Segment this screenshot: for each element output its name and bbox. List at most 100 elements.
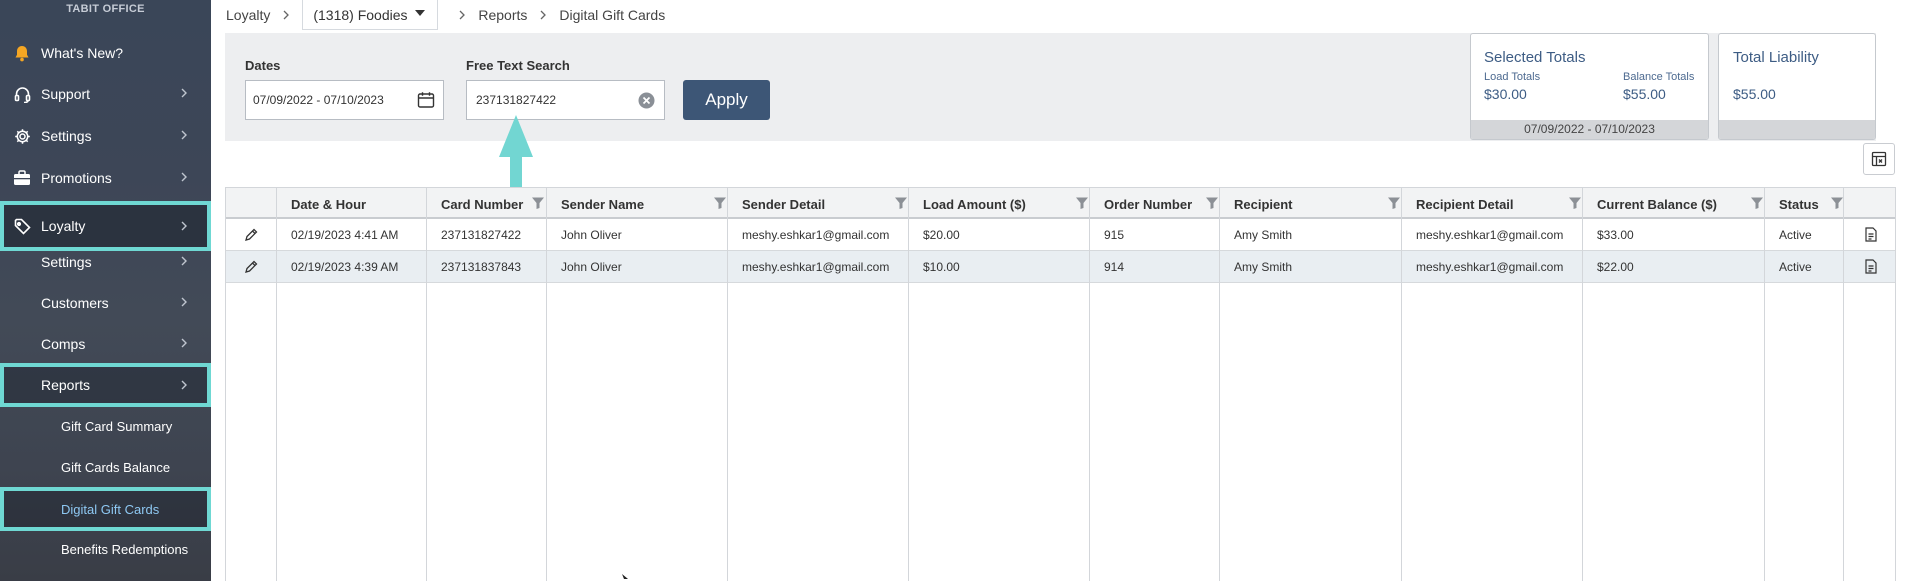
cell-sender-detail: meshy.eshkar1@gmail.com <box>742 260 890 274</box>
cell-recipient-detail: meshy.eshkar1@gmail.com <box>1416 228 1564 242</box>
cell-card-number: 237131827422 <box>441 228 522 242</box>
sidebar-item-gift-cards-balance[interactable]: Gift Cards Balance <box>0 447 211 487</box>
breadcrumb-current-page: Digital Gift Cards <box>559 7 666 23</box>
apply-button[interactable]: Apply <box>683 80 770 120</box>
cell-date-hour: 02/19/2023 4:39 AM <box>291 260 399 274</box>
sidebar-item-benefits-redemptions[interactable]: Benefits Redemptions <box>0 529 211 569</box>
column-divider <box>1219 187 1220 581</box>
sidebar-item-digital-gift-cards[interactable]: Digital Gift Cards <box>0 487 211 531</box>
selected-totals-title: Selected Totals <box>1484 49 1586 66</box>
column-divider <box>1582 187 1583 581</box>
column-header-status[interactable]: Status <box>1772 188 1851 220</box>
sidebar-item-label: Digital Gift Cards <box>61 501 160 517</box>
sidebar-item-label: Promotions <box>41 170 112 186</box>
cell-date-hour: 02/19/2023 4:41 AM <box>291 228 399 242</box>
filter-icon[interactable] <box>1830 196 1844 210</box>
filter-icon[interactable] <box>1750 196 1764 210</box>
chevron-right-icon <box>181 172 187 182</box>
filter-icon[interactable] <box>1075 196 1089 210</box>
sidebar-item-label: Comps <box>41 336 86 352</box>
export-button[interactable] <box>1863 143 1895 175</box>
sidebar-item-customers[interactable]: Customers <box>0 283 211 323</box>
sidebar-item-label: Gift Cards Balance <box>61 459 171 475</box>
cell-recipient: Amy Smith <box>1234 260 1293 274</box>
chevron-right-icon <box>181 256 187 266</box>
column-header-order-number[interactable]: Order Number <box>1097 188 1227 220</box>
date-range-picker[interactable]: 07/09/2022 - 07/10/2023 <box>245 80 444 120</box>
chevron-right-icon <box>181 88 187 98</box>
breadcrumb-loyalty[interactable]: Loyalty <box>226 7 270 23</box>
gear-icon <box>12 126 32 146</box>
sidebar-item-gift-card-summary[interactable]: Gift Card Summary <box>0 406 211 446</box>
filter-icon[interactable] <box>894 196 908 210</box>
cell-order-number: 915 <box>1104 228 1125 242</box>
dates-label: Dates <box>245 58 281 73</box>
search-value: 237131827422 <box>476 93 557 107</box>
cell-sender-name: John Oliver <box>561 260 622 274</box>
chevron-right-icon <box>181 130 187 140</box>
document-icon[interactable] <box>1864 259 1878 274</box>
table-row[interactable]: 02/19/2023 4:41 AM 237131827422 John Oli… <box>226 219 1895 251</box>
column-header-recipient-detail[interactable]: Recipient Detail <box>1409 188 1590 220</box>
sidebar-item-promotions[interactable]: Promotions <box>0 158 211 198</box>
filter-icon[interactable] <box>531 196 545 210</box>
chevron-right-icon <box>283 10 290 20</box>
briefcase-icon <box>12 168 32 188</box>
sidebar-item-reports[interactable]: Reports <box>0 363 211 407</box>
sidebar-item-comps[interactable]: Comps <box>0 324 211 364</box>
chevron-right-icon <box>459 10 466 20</box>
selected-totals-range: 07/09/2022 - 07/10/2023 <box>1471 120 1708 139</box>
edit-icon[interactable] <box>244 260 258 274</box>
breadcrumb: Loyalty (1318) Foodies Reports Digital G… <box>211 0 1905 30</box>
caret-down-icon <box>415 10 426 16</box>
column-divider <box>276 187 277 581</box>
sidebar-item-label: Settings <box>41 128 92 144</box>
column-header-sender-name[interactable]: Sender Name <box>554 188 735 220</box>
bell-icon <box>12 43 32 63</box>
cell-recipient: Amy Smith <box>1234 228 1293 242</box>
filter-icon[interactable] <box>1205 196 1219 210</box>
column-header-load-amount[interactable]: Load Amount ($) <box>916 188 1097 220</box>
headset-icon <box>12 84 32 104</box>
total-liability-footer <box>1719 120 1875 139</box>
calendar-icon[interactable] <box>417 91 435 109</box>
balance-totals-label: Balance Totals <box>1623 71 1695 83</box>
column-header-current-balance[interactable]: Current Balance ($) <box>1590 188 1772 220</box>
column-header-recipient[interactable]: Recipient <box>1227 188 1409 220</box>
sidebar-item-label: Loyalty <box>41 218 86 234</box>
sidebar-item-label: Customers <box>41 295 109 311</box>
sidebar-item-loyalty-settings[interactable]: Settings <box>0 242 211 282</box>
column-header-date-hour[interactable]: Date & Hour <box>284 188 434 220</box>
spreadsheet-icon <box>1871 151 1887 167</box>
sidebar-item-label: Settings <box>41 254 92 270</box>
cell-sender-detail: meshy.eshkar1@gmail.com <box>742 228 890 242</box>
breadcrumb-reports[interactable]: Reports <box>478 7 527 23</box>
filter-icon[interactable] <box>1568 196 1582 210</box>
column-divider <box>1089 187 1090 581</box>
filter-icon[interactable] <box>1387 196 1401 210</box>
clear-icon[interactable] <box>638 92 655 109</box>
sidebar-item-settings[interactable]: Settings <box>0 116 211 156</box>
edit-icon[interactable] <box>244 228 258 242</box>
total-liability-title: Total Liability <box>1733 49 1819 66</box>
table-header: Date & Hour Card Number Sender Name Send… <box>226 187 1895 219</box>
column-header-sender-detail[interactable]: Sender Detail <box>735 188 916 220</box>
brand-logo: TABIT OFFICE <box>66 3 145 15</box>
cell-load-amount: $20.00 <box>923 228 960 242</box>
document-icon[interactable] <box>1864 227 1878 242</box>
column-header-card-number[interactable]: Card Number <box>434 188 554 220</box>
free-text-search-input[interactable]: 237131827422 <box>466 80 665 120</box>
cell-recipient-detail: meshy.eshkar1@gmail.com <box>1416 260 1564 274</box>
filter-icon[interactable] <box>713 196 727 210</box>
selected-totals-card: Selected Totals Load Totals $30.00 Balan… <box>1470 33 1709 140</box>
column-divider <box>727 187 728 581</box>
sidebar-item-label: Reports <box>41 377 91 393</box>
chevron-right-icon <box>181 297 187 307</box>
sidebar-item-whats-new[interactable]: What's New? <box>0 33 211 73</box>
load-totals-value: $30.00 <box>1484 86 1527 102</box>
sidebar-item-support[interactable]: Support <box>0 74 211 114</box>
venue-dropdown[interactable]: (1318) Foodies <box>302 0 439 30</box>
free-text-search-label: Free Text Search <box>466 58 570 73</box>
table-row[interactable]: 02/19/2023 4:39 AM 237131837843 John Oli… <box>226 251 1895 283</box>
total-liability-value: $55.00 <box>1733 86 1776 102</box>
